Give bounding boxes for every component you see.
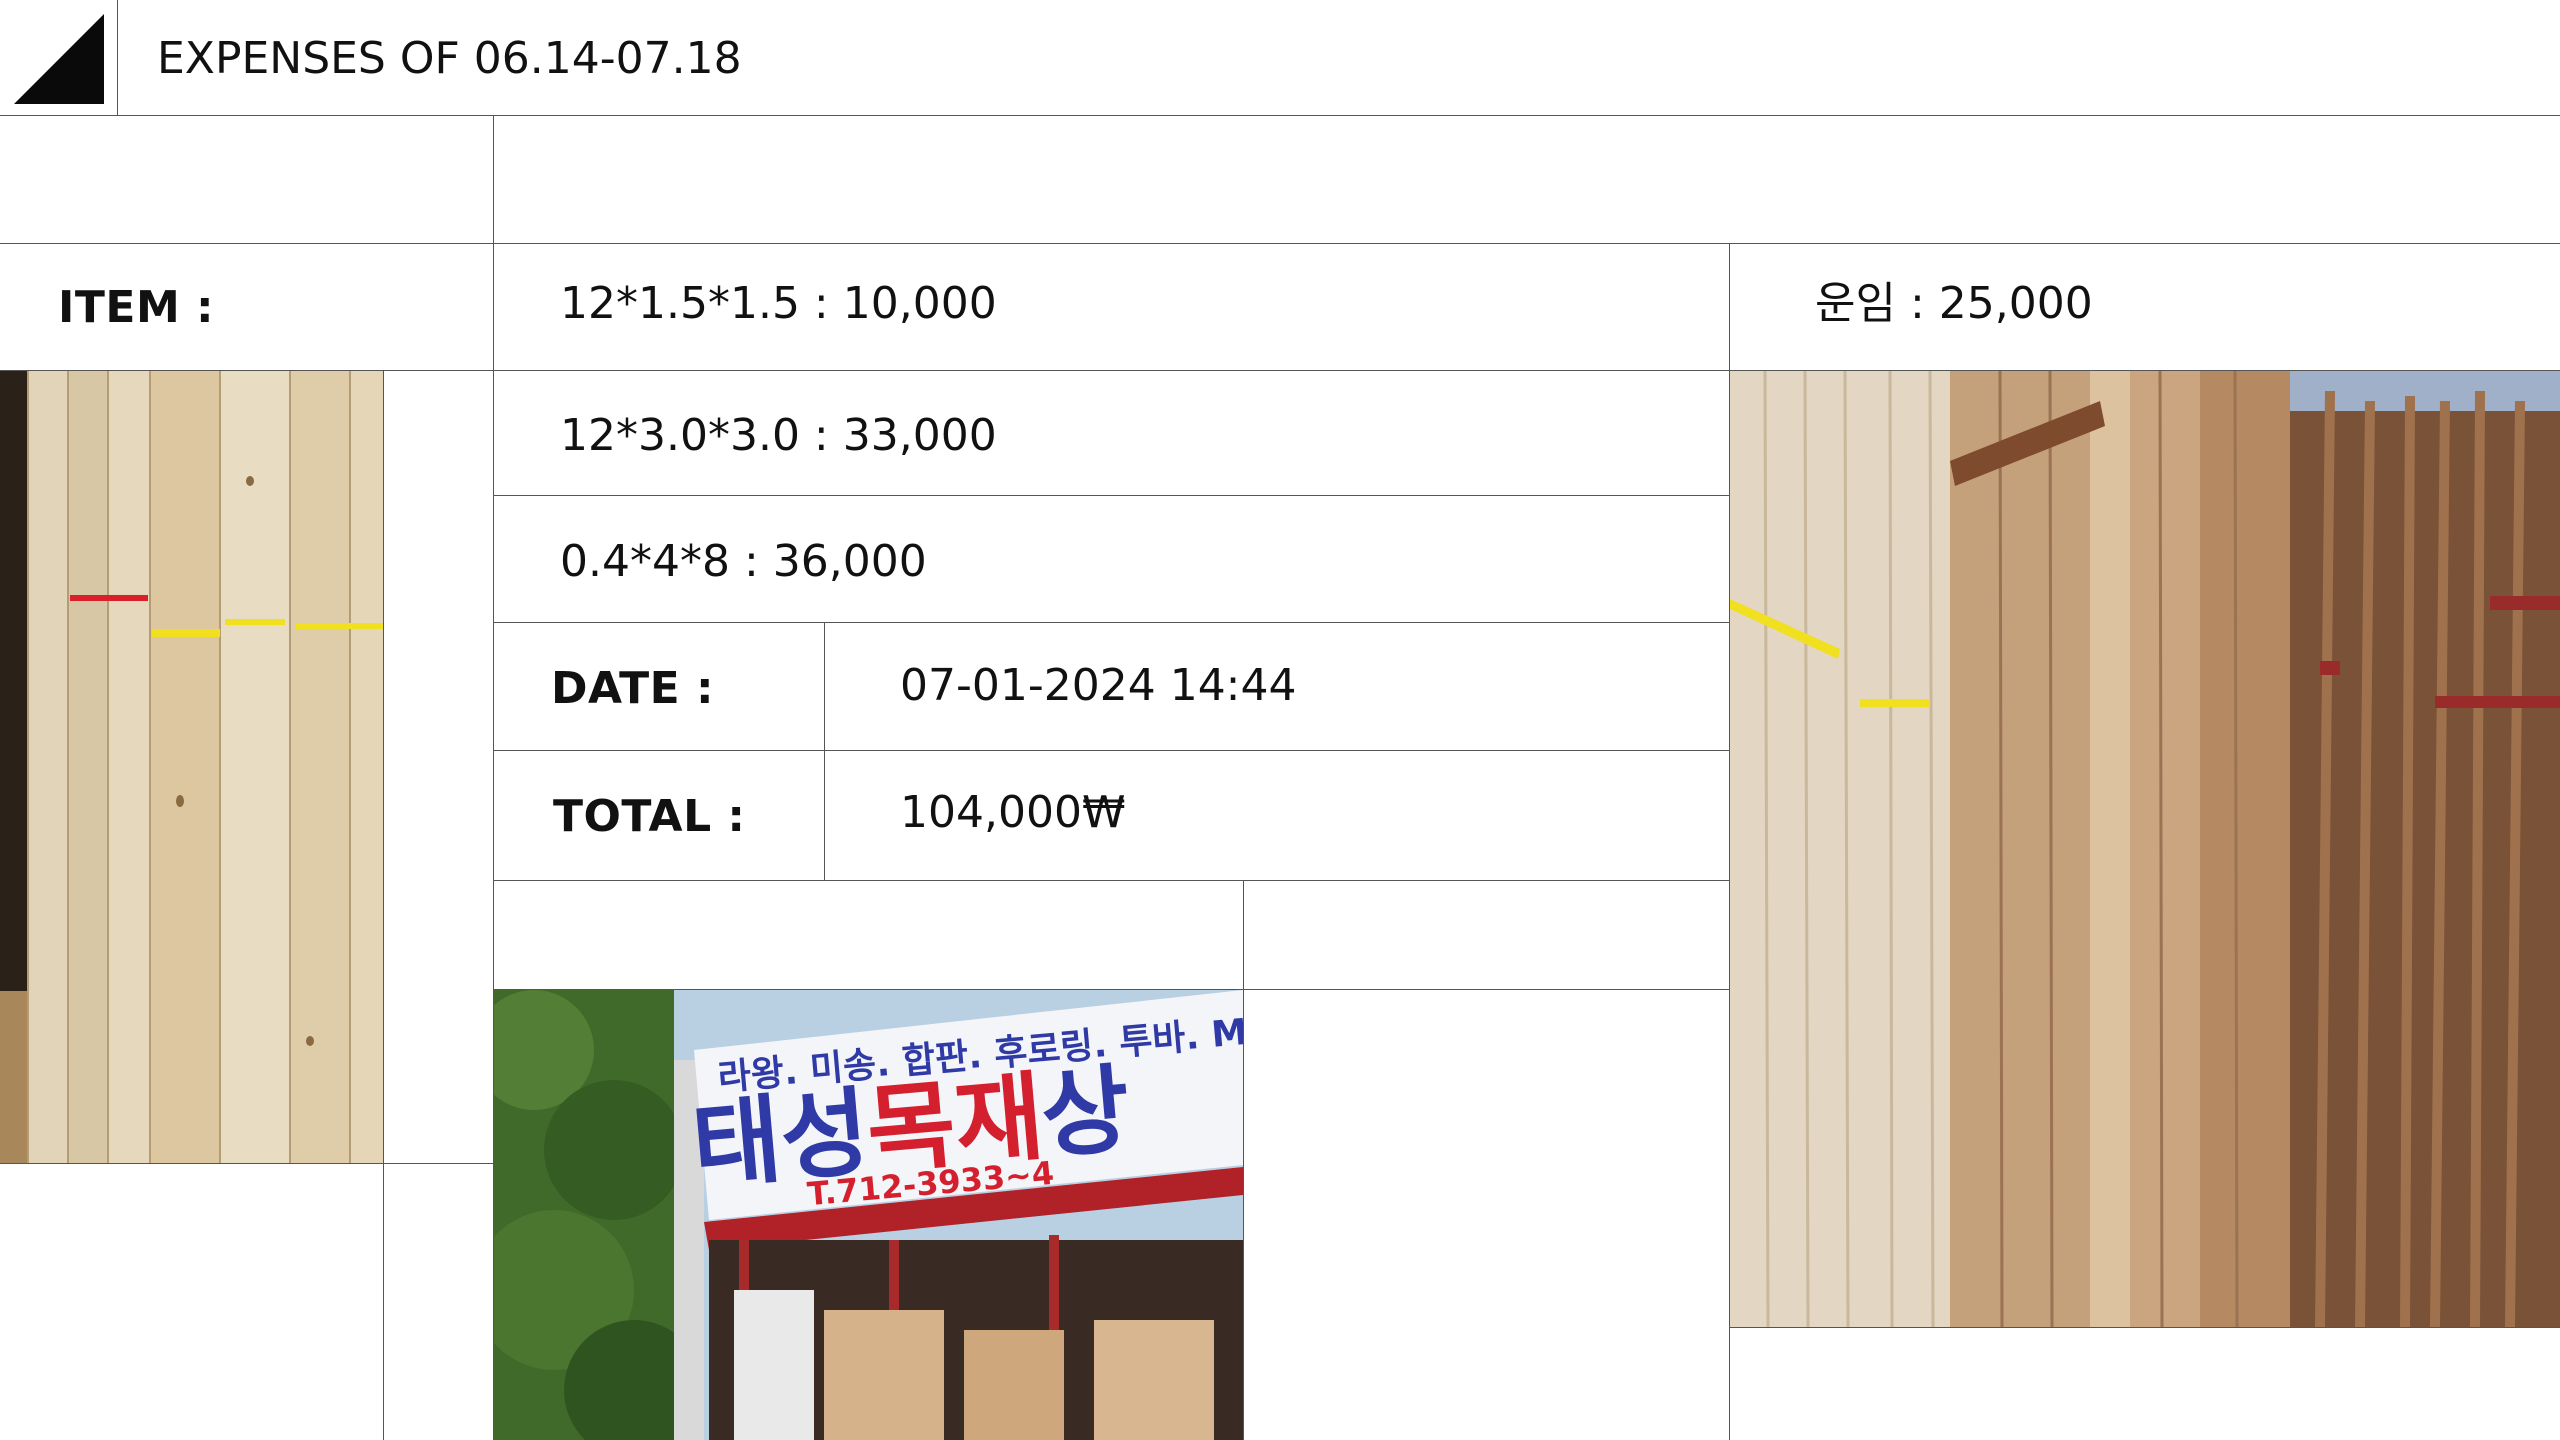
rule (824, 622, 825, 881)
rule (383, 370, 384, 1440)
item-row-2: 12*3.0*3.0 : 33,000 (560, 410, 997, 461)
header-divider (117, 0, 118, 116)
rule (493, 495, 1730, 496)
rule (1729, 1327, 2560, 1328)
item-row-3: 0.4*4*8 : 36,000 (560, 536, 927, 587)
shipping-cost: 운임 : 25,000 (1815, 278, 2093, 329)
total-value: 104,000₩ (900, 787, 1126, 838)
item-row-1: 12*1.5*1.5 : 10,000 (560, 278, 997, 329)
rule (0, 115, 2560, 116)
logo-triangle-icon (14, 14, 104, 104)
rule (1243, 880, 1244, 1440)
page-title: EXPENSES OF 06.14-07.18 (157, 33, 742, 84)
rule (493, 750, 1730, 751)
rule (493, 880, 1730, 881)
rule (0, 1163, 494, 1164)
date-value: 07-01-2024 14:44 (900, 660, 1297, 711)
rule (0, 243, 2560, 244)
date-label: DATE : (551, 663, 715, 714)
lumber-photo-left (0, 371, 383, 1163)
rule (493, 622, 1730, 623)
lumber-photo-right (1730, 371, 2560, 1327)
item-label: ITEM : (58, 282, 215, 333)
total-label: TOTAL : (553, 791, 746, 842)
storefront-photo: 라왕. 미송. 합판. 후로링. 투바. M 태성 목재 상 T.712-393… (494, 990, 1243, 1440)
